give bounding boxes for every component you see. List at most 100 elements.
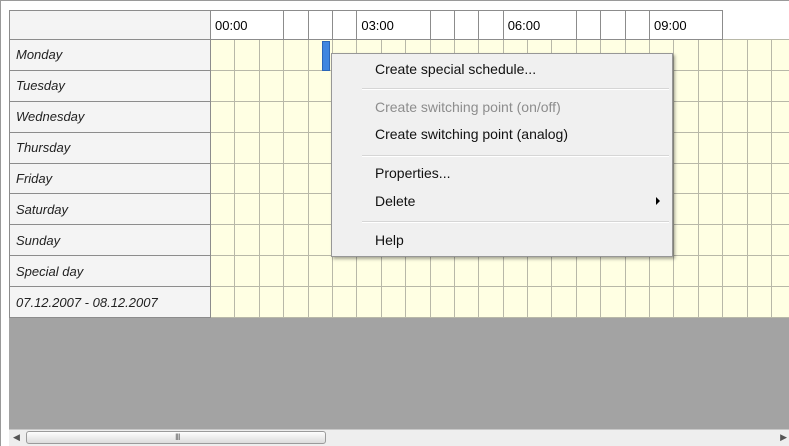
- schedule-cell[interactable]: [258, 69, 285, 102]
- schedule-cell[interactable]: [283, 255, 309, 287]
- schedule-cell[interactable]: [209, 100, 236, 133]
- schedule-cell[interactable]: [234, 286, 260, 318]
- schedule-cell[interactable]: [234, 100, 260, 133]
- schedule-cell[interactable]: [770, 255, 789, 287]
- menu-create-switching-point-onoff[interactable]: Create switching point (on/off): [375, 99, 561, 115]
- scroll-right-icon[interactable]: ▶: [780, 432, 787, 443]
- schedule-cell[interactable]: [722, 286, 748, 318]
- schedule-cell[interactable]: [746, 69, 772, 102]
- schedule-cell[interactable]: [673, 193, 699, 226]
- schedule-cell[interactable]: [527, 255, 553, 287]
- schedule-cell[interactable]: [283, 286, 309, 318]
- schedule-cell[interactable]: [770, 224, 789, 257]
- schedule-cell[interactable]: [697, 193, 724, 226]
- menu-create-switching-point-analog[interactable]: Create switching point (analog): [375, 126, 568, 142]
- schedule-cell[interactable]: [722, 100, 748, 133]
- schedule-cell[interactable]: [770, 286, 789, 318]
- schedule-cell[interactable]: [453, 286, 480, 318]
- schedule-cell[interactable]: [307, 193, 333, 226]
- schedule-cell[interactable]: [258, 39, 285, 71]
- schedule-cell[interactable]: [331, 286, 358, 318]
- schedule-cell[interactable]: [283, 69, 309, 102]
- schedule-cell[interactable]: [307, 286, 333, 318]
- schedule-cell[interactable]: [307, 162, 333, 195]
- schedule-cell[interactable]: [209, 255, 236, 287]
- scrollbar-thumb[interactable]: III: [26, 431, 326, 444]
- schedule-cell[interactable]: [770, 131, 789, 164]
- schedule-cell[interactable]: [624, 286, 651, 318]
- schedule-cell[interactable]: [209, 286, 236, 318]
- schedule-cell[interactable]: [453, 255, 480, 287]
- schedule-cell[interactable]: [209, 162, 236, 195]
- schedule-cell[interactable]: [697, 286, 724, 318]
- schedule-cell[interactable]: [697, 255, 724, 287]
- schedule-cell[interactable]: [770, 193, 789, 226]
- schedule-cell[interactable]: [673, 162, 699, 195]
- menu-properties[interactable]: Properties...: [375, 165, 450, 181]
- schedule-cell[interactable]: [697, 39, 724, 71]
- schedule-cell[interactable]: [380, 255, 407, 287]
- schedule-cell[interactable]: [673, 39, 699, 71]
- schedule-cell[interactable]: [673, 100, 699, 133]
- schedule-cell[interactable]: [673, 131, 699, 164]
- schedule-cell[interactable]: [234, 224, 260, 257]
- schedule-cell[interactable]: [478, 255, 504, 287]
- schedule-cell[interactable]: [575, 286, 602, 318]
- schedule-cell[interactable]: [429, 286, 455, 318]
- schedule-cell[interactable]: [722, 69, 748, 102]
- schedule-cell[interactable]: [307, 224, 333, 257]
- schedule-cell[interactable]: [307, 100, 333, 133]
- schedule-cell[interactable]: [307, 255, 333, 287]
- schedule-cell[interactable]: [649, 255, 675, 287]
- schedule-cell[interactable]: [746, 162, 772, 195]
- schedule-cell[interactable]: [502, 286, 529, 318]
- schedule-cell[interactable]: [209, 224, 236, 257]
- schedule-cell[interactable]: [209, 131, 236, 164]
- schedule-cell[interactable]: [722, 255, 748, 287]
- schedule-cell[interactable]: [624, 255, 651, 287]
- schedule-cell[interactable]: [331, 255, 358, 287]
- schedule-cell[interactable]: [478, 286, 504, 318]
- schedule-cell[interactable]: [722, 193, 748, 226]
- horizontal-scrollbar[interactable]: ◀ III ▶: [9, 429, 789, 446]
- scroll-left-icon[interactable]: ◀: [13, 432, 20, 443]
- schedule-cell[interactable]: [746, 286, 772, 318]
- schedule-cell[interactable]: [551, 286, 577, 318]
- schedule-cell[interactable]: [673, 286, 699, 318]
- schedule-cell[interactable]: [405, 286, 431, 318]
- schedule-cell[interactable]: [746, 255, 772, 287]
- schedule-cell[interactable]: [527, 286, 553, 318]
- schedule-cell[interactable]: [600, 286, 626, 318]
- schedule-cell[interactable]: [283, 100, 309, 133]
- schedule-cell[interactable]: [283, 162, 309, 195]
- schedule-cell[interactable]: [234, 162, 260, 195]
- schedule-cell[interactable]: [283, 224, 309, 257]
- schedule-cell[interactable]: [722, 162, 748, 195]
- schedule-cell[interactable]: [258, 162, 285, 195]
- schedule-cell[interactable]: [770, 39, 789, 71]
- schedule-cell[interactable]: [405, 255, 431, 287]
- schedule-cell[interactable]: [209, 69, 236, 102]
- schedule-cell[interactable]: [258, 286, 285, 318]
- schedule-cell[interactable]: [209, 193, 236, 226]
- schedule-cell[interactable]: [258, 193, 285, 226]
- schedule-cell[interactable]: [697, 224, 724, 257]
- schedule-cell[interactable]: [697, 131, 724, 164]
- schedule-cell[interactable]: [258, 131, 285, 164]
- schedule-cell[interactable]: [697, 100, 724, 133]
- schedule-cell[interactable]: [502, 255, 529, 287]
- schedule-cell[interactable]: [234, 69, 260, 102]
- menu-delete[interactable]: Delete: [375, 193, 415, 209]
- schedule-cell[interactable]: [307, 69, 333, 102]
- schedule-cell[interactable]: [673, 255, 699, 287]
- schedule-cell[interactable]: [283, 39, 309, 71]
- schedule-cell[interactable]: [746, 193, 772, 226]
- schedule-cell[interactable]: [697, 162, 724, 195]
- schedule-cell[interactable]: [283, 193, 309, 226]
- schedule-cell[interactable]: [380, 286, 407, 318]
- schedule-cell[interactable]: [234, 39, 260, 71]
- schedule-cell[interactable]: [551, 255, 577, 287]
- schedule-cell[interactable]: [234, 131, 260, 164]
- schedule-cell[interactable]: [356, 286, 382, 318]
- schedule-cell[interactable]: [356, 255, 382, 287]
